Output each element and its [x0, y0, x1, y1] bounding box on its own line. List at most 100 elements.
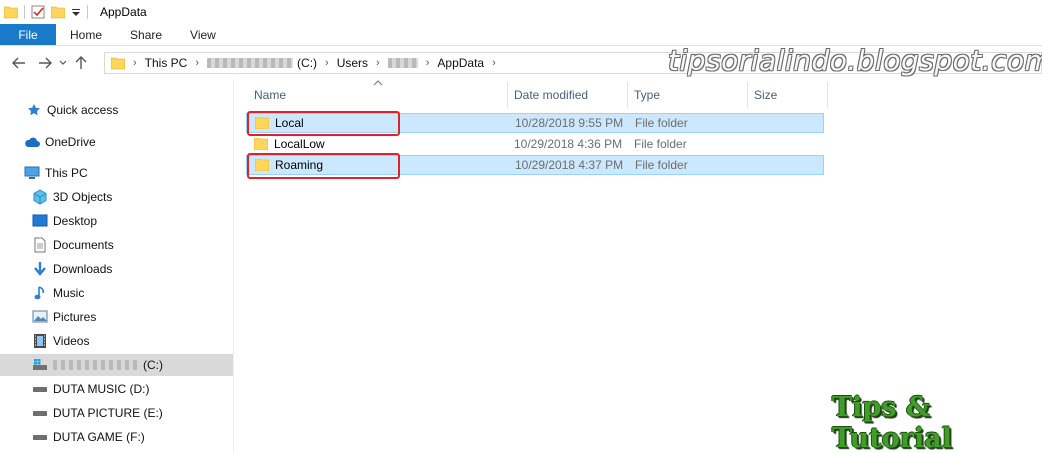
sidebar-item-this-pc[interactable]: This PC	[24, 162, 88, 184]
sidebar-item-onedrive[interactable]: OneDrive	[24, 131, 96, 153]
back-arrow-icon[interactable]	[8, 52, 30, 74]
sidebar-item-drive-f[interactable]: DUTA GAME (F:)	[32, 426, 145, 448]
drive-icon	[32, 429, 48, 445]
breadcrumb-users[interactable]: Users	[337, 56, 368, 70]
new-folder-icon[interactable]	[50, 5, 66, 19]
chevron-right-icon[interactable]: ›	[325, 57, 329, 69]
document-icon	[32, 237, 48, 253]
list-item[interactable]: Local 10/28/2018 9:55 PM File folder	[246, 113, 824, 133]
sidebar-item-drive-c[interactable]: (C:)	[0, 354, 233, 376]
recent-locations-chevron-icon[interactable]	[56, 52, 70, 74]
navigation-pane: Quick access OneDrive This PC 3D Objects…	[0, 78, 234, 453]
sidebar-item-drive-e[interactable]: DUTA PICTURE (E:)	[32, 402, 163, 424]
picture-icon	[32, 309, 48, 325]
properties-icon[interactable]	[31, 5, 45, 19]
list-item[interactable]: Roaming 10/29/2018 4:37 PM File folder	[246, 155, 824, 175]
watermark: tipsorialindo.blogspot.com	[668, 44, 1042, 77]
tab-home[interactable]: Home	[56, 24, 116, 45]
breadcrumb-drive-c[interactable]: (C:)	[207, 56, 317, 70]
sidebar-item-label: DUTA GAME (F:)	[53, 430, 145, 444]
list-item[interactable]: LocalLow 10/29/2018 4:36 PM File folder	[246, 134, 824, 154]
file-type: File folder	[635, 158, 688, 172]
forward-arrow-icon[interactable]	[34, 52, 56, 74]
file-name-cell: Local	[254, 116, 304, 130]
chevron-right-icon[interactable]: ›	[426, 57, 430, 69]
cloud-icon	[24, 134, 40, 150]
desktop-icon	[32, 213, 48, 229]
drive-icon	[32, 405, 48, 421]
customize-dropdown-icon[interactable]	[71, 5, 81, 19]
music-note-icon	[32, 285, 48, 301]
file-date: 10/29/2018 4:36 PM	[514, 137, 623, 151]
chevron-right-icon: ›	[133, 57, 137, 69]
column-header-size[interactable]: Size	[748, 82, 828, 108]
sidebar-item-label: Documents	[53, 238, 114, 252]
divider	[87, 5, 88, 19]
breadcrumb-this-pc[interactable]: This PC	[145, 56, 188, 70]
download-arrow-icon	[32, 261, 48, 277]
file-name: Local	[275, 116, 304, 130]
sidebar-item-label: Music	[53, 286, 85, 300]
sidebar-item-label: OneDrive	[45, 135, 96, 149]
folder-icon	[110, 56, 126, 70]
file-type: File folder	[634, 137, 687, 151]
sidebar-item-label: Pictures	[53, 310, 97, 324]
ribbon-tabs: File Home Share View	[0, 24, 1042, 46]
sidebar-item-label: (C:)	[143, 358, 163, 372]
folder-icon	[3, 5, 19, 19]
file-name-cell: Roaming	[254, 158, 324, 172]
sidebar-item-label: DUTA PICTURE (E:)	[53, 406, 163, 420]
drive-windows-icon	[32, 357, 48, 373]
sidebar-item-documents[interactable]: Documents	[32, 234, 114, 256]
blurred-drive-name	[53, 360, 139, 370]
folder-icon	[254, 116, 270, 130]
sidebar-item-quick-access[interactable]: Quick access	[26, 99, 118, 121]
breadcrumb-username[interactable]	[387, 58, 418, 68]
file-type: File folder	[635, 116, 688, 130]
tab-file[interactable]: File	[0, 24, 56, 45]
blurred-drive-name	[207, 58, 294, 68]
sidebar-item-drive-d[interactable]: DUTA MUSIC (D:)	[32, 378, 149, 400]
file-date: 10/29/2018 4:37 PM	[515, 158, 624, 172]
sidebar-item-label: This PC	[45, 166, 88, 180]
sidebar-item-videos[interactable]: Videos	[32, 330, 89, 352]
divider	[24, 5, 25, 19]
logo: Tips & Tutorial	[832, 392, 952, 453]
breadcrumb-drive-c-label: (C:)	[297, 56, 318, 70]
sidebar-item-3d-objects[interactable]: 3D Objects	[32, 186, 112, 208]
drive-icon	[32, 381, 48, 397]
file-date: 10/28/2018 9:55 PM	[515, 116, 624, 130]
folder-icon	[253, 137, 269, 151]
cube-icon	[32, 189, 48, 205]
sidebar-item-label: Desktop	[53, 214, 98, 228]
sidebar-item-label: DUTA MUSIC (D:)	[53, 382, 150, 396]
computer-icon	[24, 165, 40, 181]
sidebar-item-desktop[interactable]: Desktop	[32, 210, 97, 232]
sidebar-item-music[interactable]: Music	[32, 282, 84, 304]
tab-share[interactable]: Share	[116, 24, 176, 45]
up-arrow-icon[interactable]	[70, 52, 92, 74]
chevron-right-icon[interactable]: ›	[376, 57, 380, 69]
chevron-right-icon[interactable]: ›	[195, 57, 199, 69]
sidebar-item-label: Downloads	[53, 262, 113, 276]
folder-icon	[254, 158, 270, 172]
sidebar-item-label: 3D Objects	[53, 190, 113, 204]
window-title: AppData	[100, 5, 147, 19]
sidebar-item-label: Videos	[53, 334, 90, 348]
chevron-right-icon[interactable]: ›	[492, 57, 496, 69]
blurred-username	[387, 58, 418, 68]
file-name: Roaming	[275, 158, 324, 172]
column-header-type[interactable]: Type	[628, 82, 748, 108]
column-header-date-modified[interactable]: Date modified	[508, 82, 628, 108]
column-header-name[interactable]: Name	[248, 82, 508, 108]
sidebar-item-label: Quick access	[47, 103, 119, 117]
breadcrumb-appdata[interactable]: AppData	[437, 56, 484, 70]
tab-view[interactable]: View	[176, 24, 230, 45]
title-bar: AppData	[0, 0, 1042, 24]
film-icon	[32, 333, 48, 349]
star-icon	[26, 102, 42, 118]
file-name: LocalLow	[274, 137, 325, 151]
sidebar-item-downloads[interactable]: Downloads	[32, 258, 112, 280]
sidebar-item-pictures[interactable]: Pictures	[32, 306, 96, 328]
file-name-cell: LocalLow	[253, 137, 325, 151]
